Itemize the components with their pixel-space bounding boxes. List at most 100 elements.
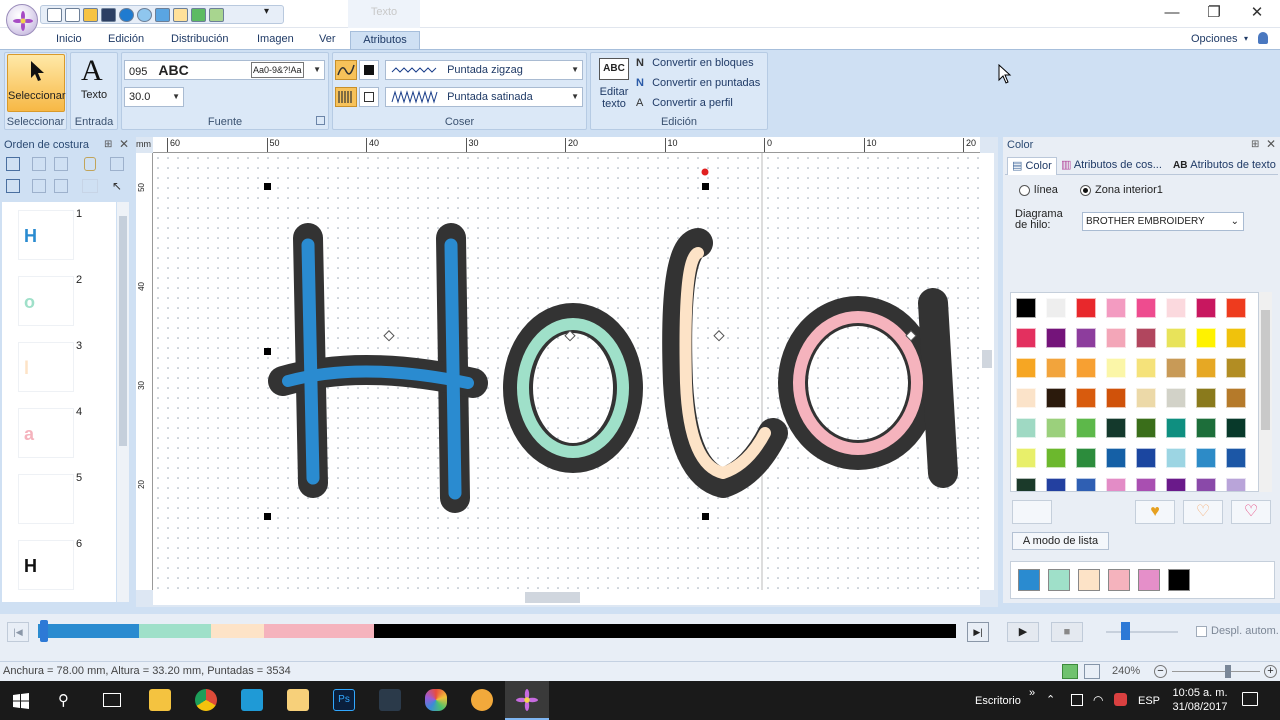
palette-swatch[interactable]	[1196, 448, 1216, 468]
select-tool-icon[interactable]	[155, 7, 170, 22]
palette-swatch[interactable]	[1076, 298, 1096, 318]
palette-swatch[interactable]	[1016, 478, 1036, 491]
scroll-thumb[interactable]	[119, 216, 127, 446]
area-color-button[interactable]	[359, 87, 379, 107]
media-icon[interactable]	[471, 689, 493, 711]
palette-swatch[interactable]	[1106, 358, 1126, 378]
undo-icon[interactable]	[191, 7, 206, 22]
palette-scrollbar[interactable]	[1259, 292, 1272, 492]
sew-order-item[interactable]: H1	[2, 202, 116, 264]
palette-swatch[interactable]	[1166, 328, 1186, 348]
page-view-icon[interactable]	[1084, 664, 1100, 679]
notifications-icon[interactable]	[1242, 692, 1258, 706]
palette-swatch[interactable]	[1106, 328, 1126, 348]
palette-swatch[interactable]	[1046, 358, 1066, 378]
move-first-icon[interactable]	[32, 157, 46, 171]
qat-customize-icon[interactable]: ▾	[264, 6, 269, 17]
sew-order-item[interactable]: l3	[2, 334, 116, 396]
desktop-toolbar-label[interactable]: Escritorio	[975, 695, 1021, 707]
sew-order-item[interactable]: a4	[2, 400, 116, 462]
chrome-icon[interactable]	[195, 689, 217, 711]
text-tool-button[interactable]: A Texto	[72, 54, 116, 112]
windows-start-icon[interactable]	[13, 693, 29, 709]
settings-icon[interactable]	[137, 7, 152, 22]
tab-sew-attributes[interactable]: ▥ Atributos de cos...	[1061, 157, 1171, 173]
palette-swatch[interactable]	[1106, 418, 1126, 438]
used-color-swatch[interactable]	[1168, 569, 1190, 591]
palette-swatch[interactable]	[1136, 298, 1156, 318]
send-icon[interactable]	[119, 7, 134, 22]
palette-swatch[interactable]	[1046, 448, 1066, 468]
redo-icon[interactable]	[209, 7, 224, 22]
area-sew-toggle[interactable]	[335, 87, 357, 107]
zoom-out-icon[interactable]: −	[1154, 665, 1167, 678]
palette-swatch[interactable]	[1136, 328, 1156, 348]
group-view-icon[interactable]	[6, 179, 20, 193]
area-stitch-selector[interactable]: Puntada satinada ▼	[385, 87, 583, 107]
tab-color[interactable]: ▤ Color	[1007, 157, 1057, 175]
skip-end-button[interactable]: ▶|	[967, 622, 989, 642]
heart-pink-icon[interactable]: ♡	[1231, 500, 1271, 524]
speed-slider[interactable]	[1121, 622, 1130, 640]
palette-swatch[interactable]	[1136, 478, 1156, 491]
active-app-tile[interactable]	[505, 681, 549, 720]
palette-swatch[interactable]	[1226, 418, 1246, 438]
save-icon[interactable]	[101, 7, 116, 22]
used-color-swatch[interactable]	[1048, 569, 1070, 591]
folder-icon[interactable]	[287, 689, 309, 711]
fit-icon[interactable]	[6, 157, 20, 171]
palette-swatch[interactable]	[1016, 418, 1036, 438]
tab-imagen[interactable]: Imagen	[257, 31, 294, 49]
palette-swatch[interactable]	[1076, 418, 1096, 438]
vscroll-thumb[interactable]	[982, 350, 992, 368]
move-next-icon[interactable]	[32, 179, 46, 193]
app-menu-button[interactable]	[6, 4, 38, 36]
clock[interactable]: 10:05 a. m. 31/08/2017	[1165, 686, 1235, 714]
palette-swatch[interactable]	[1106, 298, 1126, 318]
pin-icon[interactable]: ⊞	[1251, 139, 1259, 150]
tab-edicion[interactable]: Edición	[108, 31, 144, 49]
dialog-launcher-icon[interactable]	[316, 116, 325, 125]
pointer-icon[interactable]: ↖	[112, 179, 122, 193]
palette-swatch[interactable]	[1016, 448, 1036, 468]
palette-swatch[interactable]	[1166, 358, 1186, 378]
hscroll-thumb[interactable]	[525, 592, 580, 603]
palette-swatch[interactable]	[1166, 298, 1186, 318]
palette-swatch[interactable]	[1046, 298, 1066, 318]
user-icon[interactable]	[1258, 32, 1268, 44]
sew-order-item[interactable]: 5	[2, 466, 116, 528]
palette-swatch[interactable]	[1196, 478, 1216, 491]
link-icon[interactable]	[82, 179, 98, 193]
canvas-horizontal-scrollbar[interactable]	[153, 590, 980, 605]
palette-swatch[interactable]	[1106, 388, 1126, 408]
palette-swatch[interactable]	[1166, 388, 1186, 408]
font-size-field[interactable]: 30.0 ▼	[124, 87, 184, 107]
options-menu[interactable]: Opciones	[1191, 31, 1237, 49]
network-icon[interactable]	[1071, 694, 1083, 706]
palette-swatch[interactable]	[1106, 478, 1126, 491]
palette-swatch[interactable]	[1166, 478, 1186, 491]
close-button[interactable]: ✕	[1237, 4, 1277, 24]
stitch-progress-bar[interactable]	[38, 624, 956, 638]
used-color-swatch[interactable]	[1138, 569, 1160, 591]
rotate-handle[interactable]	[701, 168, 709, 176]
tab-ver[interactable]: Ver	[319, 31, 336, 49]
new-file-icon[interactable]	[65, 7, 80, 22]
move-prev-icon[interactable]	[54, 157, 68, 171]
window-icon[interactable]	[47, 7, 62, 22]
fit-view-icon[interactable]	[1062, 664, 1078, 679]
chevron-up-icon[interactable]: ⌃	[1046, 693, 1055, 706]
desktop-toolbar-chevron[interactable]: »	[1029, 687, 1035, 699]
edit-text-button[interactable]: ABC Editar texto	[595, 56, 633, 114]
palette-scroll-thumb[interactable]	[1261, 310, 1270, 430]
palette-swatch[interactable]	[1136, 388, 1156, 408]
skip-start-button[interactable]: |◀	[7, 622, 29, 642]
tab-atributos[interactable]: Atributos	[350, 31, 420, 49]
palette-swatch[interactable]	[1226, 328, 1246, 348]
palette-swatch[interactable]	[1136, 448, 1156, 468]
zoom-thumb[interactable]	[1225, 665, 1231, 678]
store-icon[interactable]	[241, 689, 263, 711]
palette-swatch[interactable]	[1046, 388, 1066, 408]
thread-chart-select[interactable]: BROTHER EMBROIDERY ⌄	[1082, 212, 1244, 231]
tab-text-attributes[interactable]: AB Atributos de texto	[1173, 157, 1278, 174]
